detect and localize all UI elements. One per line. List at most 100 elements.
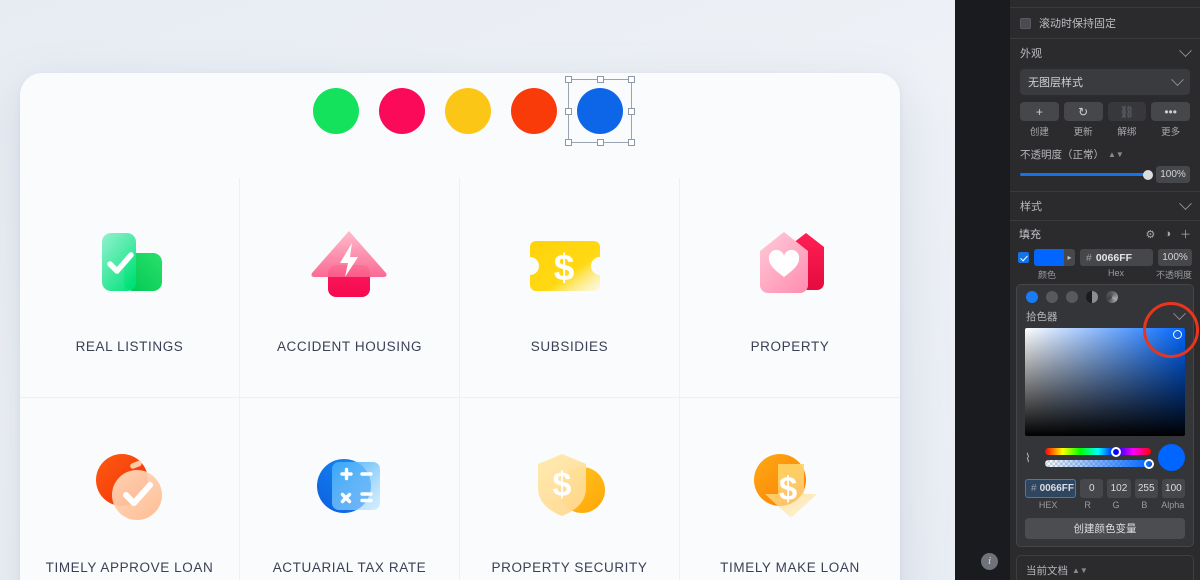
current-document-title: 当前文档 xyxy=(1026,565,1068,577)
picker-r-input[interactable]: 0 xyxy=(1080,479,1104,498)
blend-mode-icon[interactable]: ◑ xyxy=(1164,228,1171,240)
icon-cell-timely-make-loan[interactable]: $ TIMELY MAKE LOAN xyxy=(680,398,900,580)
icon-cell-real-listings[interactable]: REAL LISTINGS xyxy=(20,178,240,398)
resize-handle-nw[interactable] xyxy=(565,76,572,83)
opacity-slider-row[interactable]: 100% xyxy=(1010,162,1200,191)
stepper-icon[interactable]: ▲▼ xyxy=(1072,566,1088,575)
picker-hex-input[interactable]: # 0066FF xyxy=(1025,479,1077,498)
scroll-lock-row[interactable]: 滚动时保持固定 xyxy=(1010,8,1200,38)
design-canvas[interactable]: REAL LISTINGS ACCIDENT HOUSING $ SUBSIDI… xyxy=(0,0,955,580)
icon-cell-accident-housing[interactable]: ACCIDENT HOUSING xyxy=(240,178,460,398)
alpha-slider-knob[interactable] xyxy=(1144,458,1154,469)
opacity-value[interactable]: 100% xyxy=(1156,166,1190,183)
properties-panel[interactable]: 滚动时保持固定 外观 无图层样式 + 创建 ↻ 更新 ⛓ 解绑 ••• 更多 不… xyxy=(1010,0,1200,580)
fill-color-chip[interactable] xyxy=(1034,249,1064,266)
scroll-lock-checkbox[interactable] xyxy=(1020,17,1031,29)
annotation-circle xyxy=(1143,302,1199,358)
current-document-block[interactable]: 当前文档 ▲▼ xyxy=(1016,555,1194,580)
opacity-slider-knob[interactable] xyxy=(1143,169,1153,180)
panel-top-divider xyxy=(1010,0,1200,8)
color-preview xyxy=(1158,444,1185,471)
icon-cell-timely-approve-loan[interactable]: TIMELY APPROVE LOAN xyxy=(20,398,240,580)
gear-icon[interactable]: ⚙ xyxy=(1145,228,1155,241)
swatch-yellow[interactable] xyxy=(445,88,491,134)
style-title: 样式 xyxy=(1020,201,1042,213)
icon-cell-actuarial-tax-rate[interactable]: ACTUARIAL TAX RATE xyxy=(240,398,460,580)
fill-swatch-menu-icon[interactable]: ▸ xyxy=(1064,249,1075,266)
arrow-down-dollar-icon[interactable]: $ xyxy=(744,442,836,534)
image-fill-mode-icon[interactable] xyxy=(1106,291,1118,303)
fill-hex-input[interactable]: # 0066FF xyxy=(1080,249,1153,266)
opacity-label-row: 不透明度（正常） ▲▼ xyxy=(1010,138,1200,162)
fill-value-row[interactable]: ▸ # 0066FF 100% xyxy=(1010,247,1200,266)
calculator-icon[interactable] xyxy=(304,442,396,534)
alpha-slider[interactable] xyxy=(1045,458,1154,469)
appearance-section-header[interactable]: 外观 xyxy=(1010,39,1200,67)
shield-dollar-icon[interactable]: $ xyxy=(524,442,616,534)
fill-enabled-checkbox[interactable] xyxy=(1018,252,1029,263)
create-color-variable-button[interactable]: 创建颜色变量 xyxy=(1025,518,1185,539)
ellipsis-icon[interactable]: ••• xyxy=(1151,102,1190,121)
r-label: R xyxy=(1084,500,1091,510)
swatch-pink[interactable] xyxy=(379,88,425,134)
hue-slider[interactable] xyxy=(1045,446,1151,457)
house-lightning-icon[interactable] xyxy=(304,221,396,313)
icon-cell-property[interactable]: PROPERTY xyxy=(680,178,900,398)
scroll-lock-label: 滚动时保持固定 xyxy=(1039,18,1116,30)
resize-handle-ne[interactable] xyxy=(628,76,635,83)
solid-fill-mode-icon[interactable] xyxy=(1026,291,1038,303)
swatch-blue-selected[interactable] xyxy=(565,76,635,146)
picker-alpha-input[interactable]: 100 xyxy=(1161,479,1185,498)
saturation-value-area[interactable] xyxy=(1025,302,1199,436)
layer-style-select[interactable]: 无图层样式 xyxy=(1020,69,1190,95)
update-style-button[interactable]: ↻ 更新 xyxy=(1063,102,1103,138)
chevron-down-icon[interactable] xyxy=(1171,72,1184,86)
resize-handle-n[interactable] xyxy=(597,76,604,83)
stepper-icon[interactable]: ▲▼ xyxy=(1108,150,1124,159)
house-heart-icon[interactable] xyxy=(744,221,836,313)
clock-check-icon[interactable] xyxy=(84,442,176,534)
eyedropper-icon[interactable]: ⌇ xyxy=(1025,451,1038,465)
add-fill-icon[interactable]: ＋ xyxy=(1180,226,1191,242)
info-icon[interactable]: i xyxy=(981,553,998,570)
fill-opacity-input[interactable]: 100% xyxy=(1158,249,1192,266)
chevron-down-icon[interactable] xyxy=(1179,43,1192,57)
resize-handle-se[interactable] xyxy=(628,139,635,146)
color-value-row[interactable]: # 0066FF 0 102 255 100 xyxy=(1017,471,1193,498)
current-document-header[interactable]: 当前文档 ▲▼ xyxy=(1026,563,1184,578)
fill-title: 填充 xyxy=(1019,229,1041,241)
swatch-orange[interactable] xyxy=(511,88,557,134)
opacity-label: 不透明度（正常） xyxy=(1020,149,1104,161)
slider-block[interactable]: ⌇ xyxy=(1017,436,1193,471)
opacity-slider[interactable] xyxy=(1020,169,1153,180)
refresh-icon[interactable]: ↻ xyxy=(1063,102,1103,121)
icon-cell-property-security[interactable]: $ PROPERTY SECURITY xyxy=(460,398,680,580)
picker-g-input[interactable]: 102 xyxy=(1107,479,1131,498)
color-swatch-row[interactable] xyxy=(313,76,635,146)
create-style-button[interactable]: + 创建 xyxy=(1020,102,1059,138)
plus-icon[interactable]: + xyxy=(1020,102,1059,121)
checklist-icon[interactable] xyxy=(84,221,176,313)
chevron-down-icon[interactable] xyxy=(1179,196,1192,210)
fill-section-header[interactable]: 填充 ⚙ ◑ ＋ xyxy=(1010,221,1200,247)
resize-handle-s[interactable] xyxy=(597,139,604,146)
fill-color-swatch[interactable]: ▸ xyxy=(1034,249,1075,266)
ticket-dollar-icon[interactable]: $ xyxy=(524,221,616,313)
picker-b-input[interactable]: 255 xyxy=(1134,479,1158,498)
artboard[interactable]: REAL LISTINGS ACCIDENT HOUSING $ SUBSIDI… xyxy=(20,73,900,580)
appearance-button-row[interactable]: + 创建 ↻ 更新 ⛓ 解绑 ••• 更多 xyxy=(1010,95,1200,138)
resize-handle-e[interactable] xyxy=(628,108,635,115)
more-style-button[interactable]: ••• 更多 xyxy=(1151,102,1190,138)
swatch-green[interactable] xyxy=(313,88,359,134)
hash-icon: # xyxy=(1031,483,1037,494)
linear-gradient-mode-icon[interactable] xyxy=(1046,291,1058,303)
color-picker-popover[interactable]: 拾色器 ⌇ # 0066FF 0 102 255 100 HEX R G B A… xyxy=(1016,284,1199,547)
icon-cell-subsidies[interactable]: $ SUBSIDIES xyxy=(460,178,680,398)
style-section-header[interactable]: 样式 xyxy=(1010,192,1200,220)
update-style-label: 更新 xyxy=(1073,127,1093,138)
angular-gradient-mode-icon[interactable] xyxy=(1086,291,1098,303)
hue-slider-knob[interactable] xyxy=(1110,446,1121,457)
radial-gradient-mode-icon[interactable] xyxy=(1066,291,1078,303)
resize-handle-w[interactable] xyxy=(565,108,572,115)
resize-handle-sw[interactable] xyxy=(565,139,572,146)
